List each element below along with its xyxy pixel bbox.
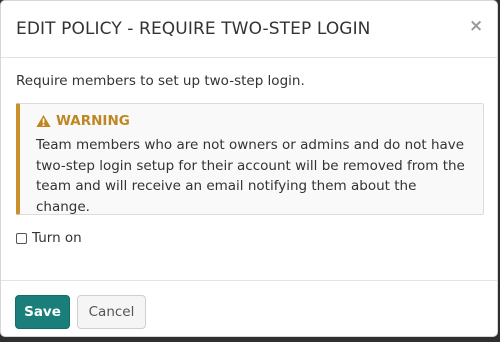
- modal-header: EDIT POLICY - REQUIRE TWO-STEP LOGIN ×: [1, 1, 497, 58]
- save-button[interactable]: Save: [15, 295, 70, 329]
- warning-callout: WARNING Team members who are not owners …: [16, 103, 484, 215]
- turn-on-row: Turn on: [16, 230, 482, 246]
- policy-description: Require members to set up two-step login…: [16, 73, 305, 89]
- turn-on-checkbox[interactable]: [16, 232, 27, 244]
- warning-heading-label: WARNING: [56, 113, 130, 129]
- modal-body: Require members to set up two-step login…: [1, 58, 497, 280]
- warning-triangle-icon: [36, 115, 51, 127]
- turn-on-label[interactable]: Turn on: [32, 230, 82, 246]
- edit-policy-modal: EDIT POLICY - REQUIRE TWO-STEP LOGIN × R…: [0, 0, 498, 337]
- cancel-button[interactable]: Cancel: [77, 295, 146, 329]
- close-icon[interactable]: ×: [469, 16, 483, 36]
- modal-footer: Save Cancel: [1, 280, 497, 336]
- warning-text: Team members who are not owners or admin…: [36, 137, 465, 215]
- warning-heading: WARNING: [36, 113, 467, 129]
- modal-title: EDIT POLICY - REQUIRE TWO-STEP LOGIN: [16, 19, 371, 39]
